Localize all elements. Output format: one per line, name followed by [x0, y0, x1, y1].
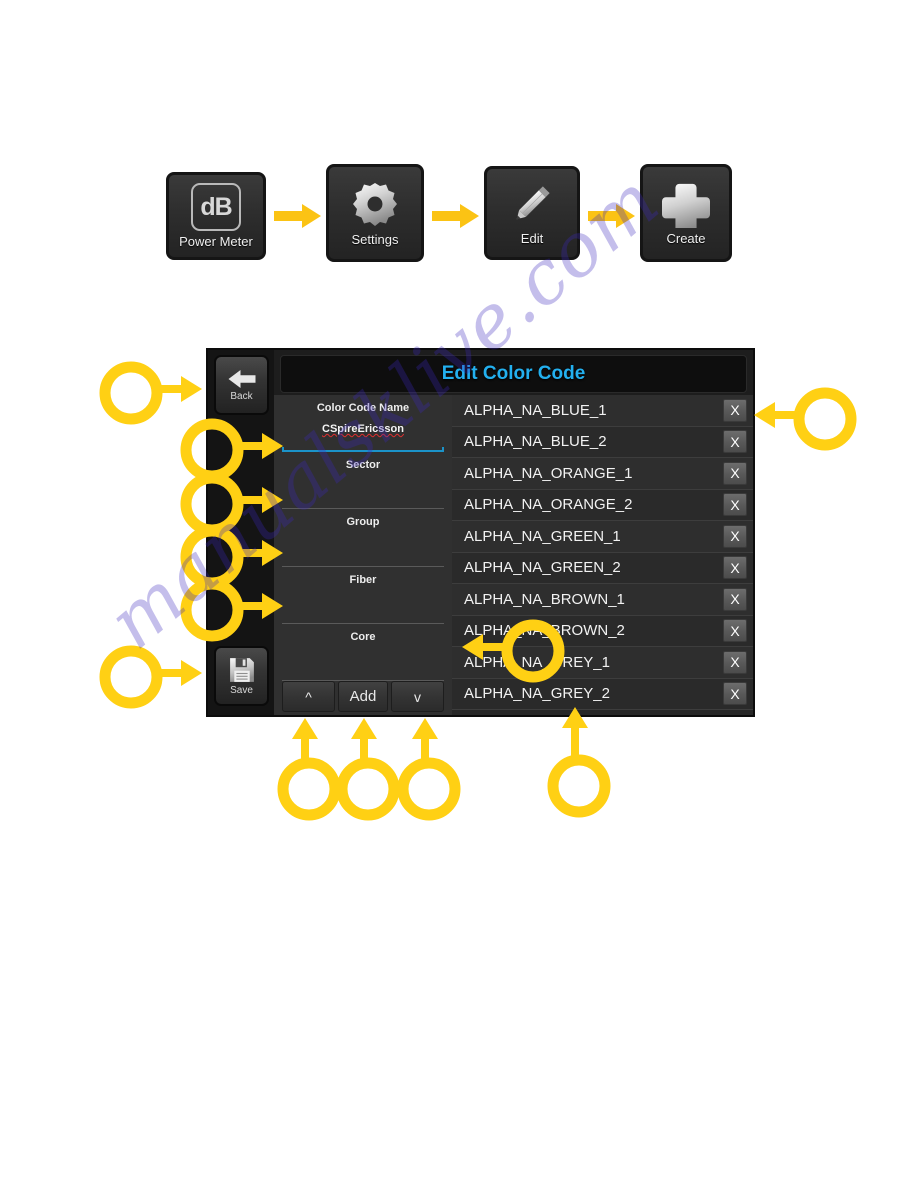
move-up-button[interactable]: ^ — [282, 681, 335, 713]
flow-tile-label: Settings — [351, 232, 399, 247]
delete-row-button[interactable]: X — [723, 650, 747, 674]
delete-row-button[interactable]: X — [723, 619, 747, 643]
flow-tile-label: Power Meter — [179, 234, 253, 249]
list-item-label: ALPHA_NA_GREY_1 — [464, 653, 610, 671]
flow-tile-label: Edit — [520, 231, 544, 246]
flow-tile-label: Create — [666, 231, 706, 246]
list-item[interactable]: ALPHA_NA_GREY_2 X — [452, 678, 753, 710]
list-item[interactable]: ALPHA_NA_BLUE_2 X — [452, 426, 753, 458]
callout-save — [99, 645, 202, 709]
list-item-label: ALPHA_NA_GREY_2 — [464, 685, 610, 703]
flow-tile-edit[interactable]: Edit — [484, 166, 580, 260]
list-item-label: ALPHA_NA_GREEN_1 — [464, 527, 621, 545]
callout-back — [99, 361, 202, 425]
flow-arrow-2 — [432, 204, 479, 228]
callout-list — [547, 707, 611, 818]
callout-down — [397, 718, 461, 821]
callout-add — [336, 718, 400, 821]
delete-row-button[interactable]: X — [723, 524, 747, 548]
field-label: Color Code Name — [316, 402, 410, 414]
callout-up — [277, 718, 341, 821]
db-meter-icon: dB — [191, 183, 241, 231]
plus-icon — [662, 180, 710, 228]
navigation-flow-diagram: dB Power Meter Settings Edit Create — [0, 158, 918, 273]
form-column: Color Code Name CSpireEricsson Sector Gr… — [274, 395, 452, 715]
flow-tile-power-meter[interactable]: dB Power Meter — [166, 172, 266, 260]
panel-main: Edit Color Code Color Code Name CSpireEr… — [274, 350, 753, 715]
list-item[interactable]: ALPHA_NA_ORANGE_2 X — [452, 489, 753, 521]
color-code-name-input[interactable]: CSpireEricsson — [322, 423, 404, 435]
save-button-label: Save — [230, 685, 253, 696]
list-item-label: ALPHA_NA_ORANGE_2 — [464, 496, 633, 514]
add-button[interactable]: Add — [338, 681, 388, 713]
list-item-label: ALPHA_NA_BROWN_2 — [464, 622, 625, 640]
form-button-row: ^ Add v — [282, 681, 444, 715]
arrow-left-icon — [228, 370, 255, 388]
flow-tile-settings[interactable]: Settings — [326, 164, 424, 262]
panel-body: Color Code Name CSpireEricsson Sector Gr… — [274, 395, 753, 715]
page-title: Edit Color Code — [441, 363, 586, 384]
field-label: Fiber — [349, 573, 377, 586]
delete-row-button[interactable]: X — [723, 556, 747, 580]
callout-delete — [754, 387, 857, 451]
field-label: Group — [346, 516, 380, 529]
title-bar: Edit Color Code — [280, 355, 747, 393]
pencil-icon — [508, 180, 556, 228]
flow-arrow-1 — [274, 204, 321, 228]
color-code-list[interactable]: ALPHA_NA_BLUE_1 X ALPHA_NA_BLUE_2 X ALPH… — [452, 395, 753, 715]
delete-row-button[interactable]: X — [723, 430, 747, 454]
list-item[interactable]: ALPHA_NA_GREEN_2 X — [452, 552, 753, 584]
list-item[interactable]: ALPHA_NA_GREY_1 X — [452, 647, 753, 679]
move-down-button[interactable]: v — [391, 681, 444, 713]
list-item[interactable]: ALPHA_NA_BROWN_1 X — [452, 584, 753, 616]
save-button[interactable]: Save — [214, 646, 269, 706]
delete-row-button[interactable]: X — [723, 493, 747, 517]
flow-tile-create[interactable]: Create — [640, 164, 732, 262]
delete-row-button[interactable]: X — [723, 587, 747, 611]
device-screen: Back Save Edit Color Code Color Code Nam… — [206, 348, 755, 717]
back-button[interactable]: Back — [214, 355, 269, 415]
list-item-label: ALPHA_NA_BROWN_1 — [464, 590, 625, 608]
flow-arrow-3 — [588, 204, 635, 228]
field-label: Sector — [345, 459, 381, 472]
field-underline — [282, 680, 444, 682]
list-item[interactable]: ALPHA_NA_GREEN_1 X — [452, 521, 753, 553]
field-color-code-name[interactable]: Color Code Name CSpireEricsson — [282, 395, 444, 453]
list-item-label: ALPHA_NA_BLUE_1 — [464, 401, 607, 419]
list-item-label: ALPHA_NA_ORANGE_1 — [464, 464, 633, 482]
list-item[interactable]: ALPHA_NA_BROWN_2 X — [452, 615, 753, 647]
list-item[interactable]: ALPHA_NA_ORANGE_1 X — [452, 458, 753, 490]
list-item[interactable]: ALPHA_NA_BLUE_1 X — [452, 395, 753, 427]
delete-row-button[interactable]: X — [723, 461, 747, 485]
field-core[interactable]: Core — [282, 624, 444, 682]
back-button-label: Back — [230, 391, 253, 402]
field-sector[interactable]: Sector — [282, 452, 444, 510]
delete-row-button[interactable]: X — [723, 398, 747, 422]
list-item-label: ALPHA_NA_GREEN_2 — [464, 559, 621, 577]
floppy-disk-icon — [229, 658, 254, 682]
list-item-label: ALPHA_NA_BLUE_2 — [464, 433, 607, 451]
delete-row-button[interactable]: X — [723, 682, 747, 706]
gear-icon — [350, 179, 400, 229]
db-label: dB — [191, 183, 241, 231]
field-fiber[interactable]: Fiber — [282, 567, 444, 624]
field-label: Core — [350, 630, 376, 643]
field-group[interactable]: Group — [282, 509, 444, 567]
side-rail: Back Save — [208, 350, 274, 715]
